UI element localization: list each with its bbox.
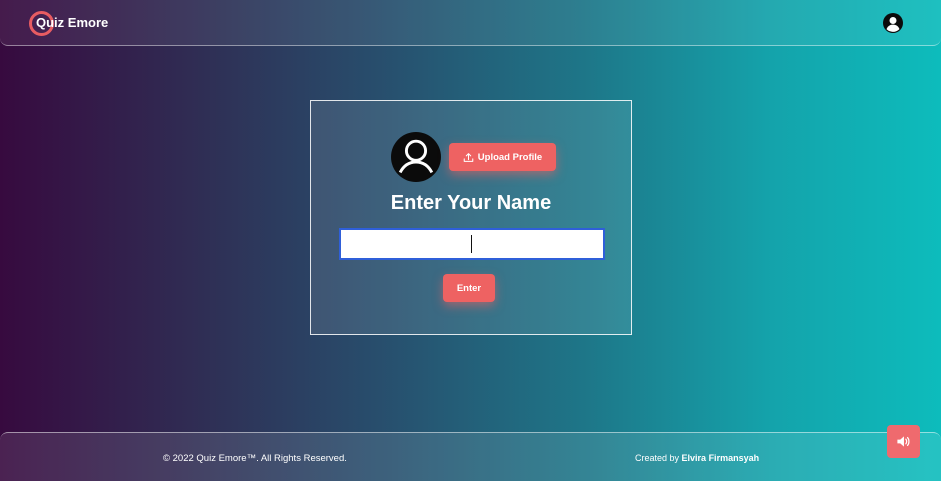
credit-text: Created by Elvira Firmansyah (635, 453, 759, 463)
credit-prefix: Created by (635, 453, 680, 463)
footer: © 2022 Quiz Emore™. All Rights Reserved.… (0, 432, 941, 481)
brand-logo[interactable]: Quiz Emore (36, 15, 108, 30)
upload-profile-label: Upload Profile (477, 151, 543, 163)
name-input[interactable] (339, 228, 605, 260)
copyright-text: © 2022 Quiz Emore™. All Rights Reserved. (163, 453, 347, 464)
profile-avatar-icon (391, 132, 441, 182)
upload-profile-button[interactable]: Upload Profile (449, 143, 556, 171)
text-cursor (471, 235, 472, 253)
credit-author: Elvira Firmansyah (681, 453, 760, 463)
sound-toggle-button[interactable] (887, 425, 920, 458)
card-title: Enter Your Name (390, 192, 552, 214)
upload-icon (463, 152, 474, 162)
name-entry-card: Upload Profile Enter Your Name Enter (310, 100, 632, 335)
enter-button[interactable]: Enter (443, 274, 495, 302)
user-circle-icon[interactable] (883, 13, 903, 33)
navbar: Quiz Emore (0, 0, 941, 46)
volume-icon (897, 436, 910, 447)
